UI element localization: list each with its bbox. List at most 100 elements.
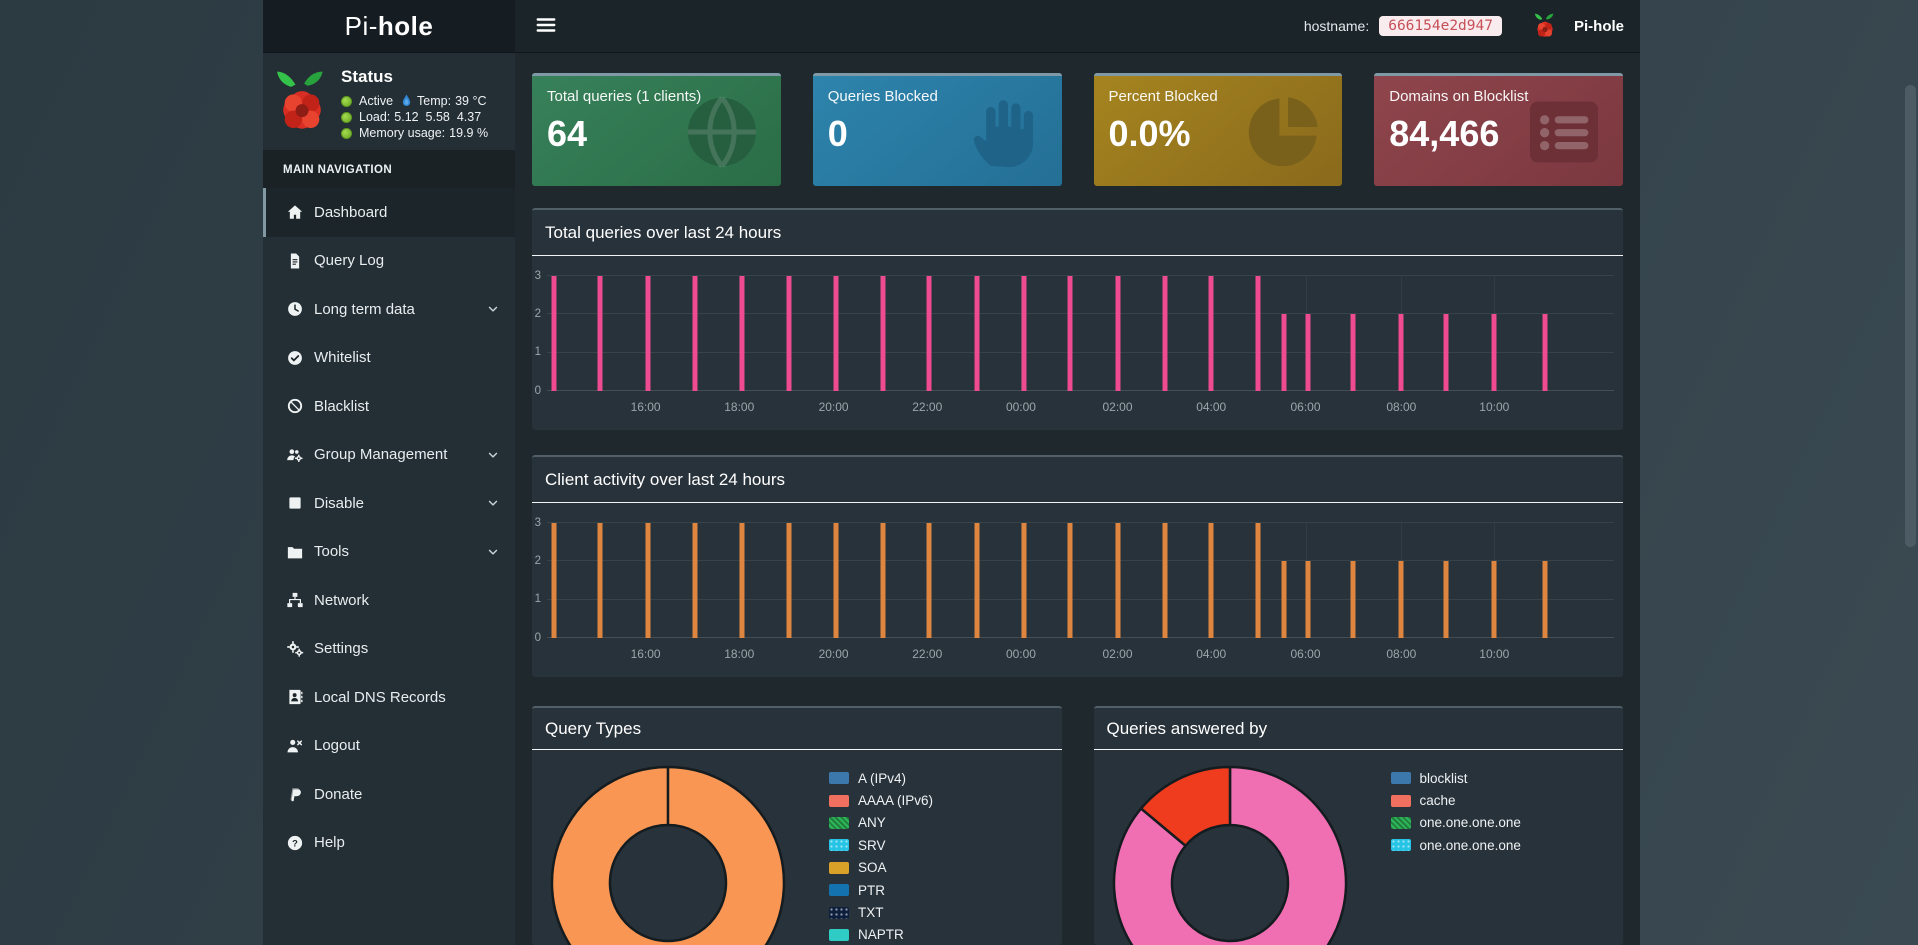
stop-icon	[285, 494, 305, 512]
sidebar-item-long-term-data[interactable]: Long term data	[263, 285, 515, 334]
legend-item-any-2[interactable]: ANY	[829, 812, 933, 834]
bar[interactable]	[1021, 523, 1027, 638]
legend-item-soa-4[interactable]: SOA	[829, 857, 933, 879]
sidebar-item-local-dns-records[interactable]: Local DNS Records	[263, 673, 515, 722]
legend-item-a-ipv4-0[interactable]: A (IPv4)	[829, 767, 933, 789]
address-book-icon	[285, 688, 305, 706]
sidebar-item-donate[interactable]: Donate	[263, 770, 515, 819]
legend-item-naptr-7[interactable]: NAPTR	[829, 924, 933, 945]
bar[interactable]	[1281, 561, 1287, 638]
app-logo[interactable]: Pi-hole	[263, 0, 515, 52]
sidebar-toggle-icon[interactable]	[533, 13, 559, 39]
bar[interactable]	[551, 276, 557, 391]
bar[interactable]	[1208, 523, 1214, 638]
bar[interactable]	[1162, 276, 1168, 391]
bar[interactable]	[1350, 561, 1356, 638]
bar[interactable]	[880, 276, 886, 391]
legend-item-ptr-5[interactable]: PTR	[829, 879, 933, 901]
summary-card-domains-on-blocklist: Domains on Blocklist 84,466	[1374, 73, 1623, 186]
bar[interactable]	[974, 276, 980, 391]
sidebar-item-query-log[interactable]: Query Log	[263, 237, 515, 286]
sidebar-item-network[interactable]: Network	[263, 576, 515, 625]
legend-label: ANY	[858, 815, 886, 831]
sidebar-item-dashboard[interactable]: Dashboard	[263, 188, 515, 237]
bar[interactable]	[1021, 276, 1027, 391]
bar[interactable]	[1067, 523, 1073, 638]
bar[interactable]	[1443, 561, 1449, 638]
legend-item-one-one-one-one-2[interactable]: one.one.one.one	[1390, 812, 1521, 834]
bar[interactable]	[1398, 314, 1404, 391]
bar[interactable]	[1067, 276, 1073, 391]
x-tick-label: 18:00	[724, 647, 755, 661]
bar[interactable]	[692, 276, 698, 391]
bar[interactable]	[597, 523, 603, 638]
screen-scrollbar-thumb[interactable]	[1905, 85, 1916, 547]
summary-cards-row: Total queries (1 clients) 64 Queries Block…	[532, 73, 1623, 186]
raspberry-icon	[1534, 13, 1554, 37]
bar[interactable]	[1491, 561, 1497, 638]
bar[interactable]	[551, 523, 557, 638]
bar[interactable]	[1115, 276, 1121, 391]
user-x-icon	[285, 737, 305, 755]
legend-swatch	[829, 794, 849, 807]
query-types-panel: Query Types A (IPv4) AAAA (IPv6) ANY SRV SOA…	[532, 706, 1062, 945]
bar[interactable]	[926, 276, 932, 391]
clock-icon	[285, 300, 305, 318]
donut-segment[interactable]	[550, 765, 786, 945]
legend-item-srv-3[interactable]: SRV	[829, 834, 933, 856]
sidebar-item-logout[interactable]: Logout	[263, 722, 515, 771]
bar[interactable]	[974, 523, 980, 638]
bar[interactable]	[880, 523, 886, 638]
bar[interactable]	[1305, 561, 1311, 638]
bar[interactable]	[1255, 276, 1261, 391]
sidebar-item-blacklist[interactable]: Blacklist	[263, 382, 515, 431]
bar[interactable]	[1305, 314, 1311, 391]
bar[interactable]	[1398, 561, 1404, 638]
bar[interactable]	[1542, 314, 1548, 391]
sidebar-item-group-management[interactable]: Group Management	[263, 431, 515, 480]
legend-label: SRV	[858, 837, 886, 853]
status-ok-icon	[341, 111, 352, 123]
legend-item-aaaa-ipv6-1[interactable]: AAAA (IPv6)	[829, 789, 933, 811]
bar[interactable]	[786, 523, 792, 638]
legend-item-cache-1[interactable]: cache	[1390, 789, 1521, 811]
gears-icon	[285, 640, 305, 658]
bar[interactable]	[1281, 314, 1287, 391]
x-tick-label: 10:00	[1479, 400, 1510, 414]
bar[interactable]	[645, 276, 651, 391]
queries-over-time-chart: 0 1 2 3 16:00 18:00 20:00 22:00 00:00 02:00 04:00 0…	[535, 270, 1614, 414]
legend-item-blocklist-0[interactable]: blocklist	[1390, 767, 1521, 789]
bar[interactable]	[1443, 314, 1449, 391]
bar[interactable]	[1115, 523, 1121, 638]
bar[interactable]	[926, 523, 932, 638]
summary-card-percent-blocked: Percent Blocked 0.0%	[1093, 73, 1343, 186]
bar[interactable]	[1208, 276, 1214, 391]
sidebar-item-help[interactable]: ? Help	[263, 819, 515, 868]
sidebar-item-tools[interactable]: Tools	[263, 528, 515, 577]
bar[interactable]	[739, 523, 745, 638]
legend-label: cache	[1419, 793, 1456, 809]
bar[interactable]	[597, 276, 603, 391]
bar[interactable]	[786, 276, 792, 391]
bar[interactable]	[692, 523, 698, 638]
bar[interactable]	[1162, 523, 1168, 638]
sidebar-item-disable[interactable]: Disable	[263, 479, 515, 528]
bar[interactable]	[1350, 314, 1356, 391]
sidebar-item-label: Disable	[314, 494, 365, 512]
legend-label: PTR	[858, 882, 885, 898]
bottom-panels-row: Query Types A (IPv4) AAAA (IPv6) ANY SRV SOA…	[532, 706, 1623, 945]
bar[interactable]	[833, 276, 839, 391]
bar[interactable]	[1255, 523, 1261, 638]
bar[interactable]	[1491, 314, 1497, 391]
legend-label: blocklist	[1419, 770, 1468, 786]
legend-item-one-one-one-one-3[interactable]: one.one.one.one	[1390, 834, 1521, 856]
sidebar-item-whitelist[interactable]: Whitelist	[263, 334, 515, 383]
sidebar-item-settings[interactable]: Settings	[263, 625, 515, 674]
bar[interactable]	[1542, 561, 1548, 638]
status-row-active: Active Temp: 39 °C	[341, 94, 488, 108]
bar[interactable]	[645, 523, 651, 638]
navbar-brand[interactable]: Pi-hole	[1574, 18, 1624, 35]
bar[interactable]	[739, 276, 745, 391]
legend-item-txt-6[interactable]: TXT	[829, 901, 933, 923]
bar[interactable]	[833, 523, 839, 638]
